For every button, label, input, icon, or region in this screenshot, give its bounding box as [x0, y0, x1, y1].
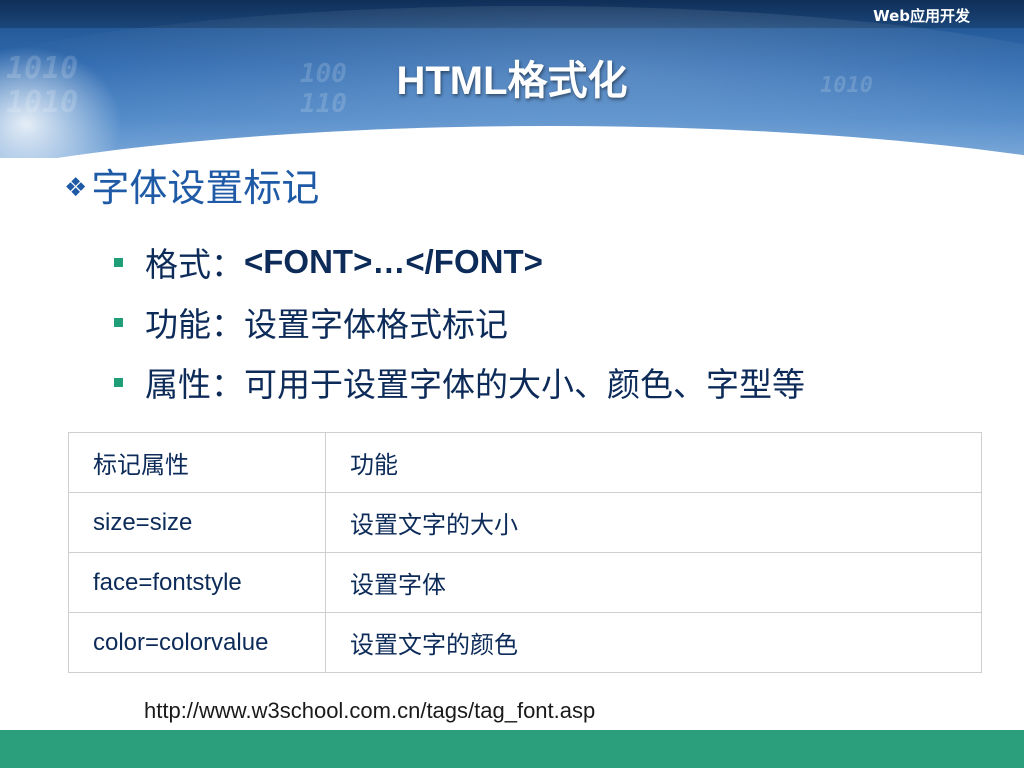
- section-heading-text: 字体设置标记: [91, 166, 320, 210]
- bullet-label: 格式：: [145, 245, 244, 284]
- diamond-bullet-icon: ❖: [64, 173, 88, 203]
- table-row: face=fontstyle 设置字体: [68, 552, 982, 613]
- bullet-value: <FONT>…</FONT>: [244, 243, 543, 280]
- table-cell: 设置文字的颜色: [325, 612, 982, 673]
- attribute-table: 标记属性 功能 size=size 设置文字的大小 face=fontstyle…: [68, 432, 982, 673]
- bullet-value: 设置字体格式标记: [244, 305, 508, 344]
- bullet-list: 格式： <FONT>…</FONT> 功能： 设置字体格式标记 属性： 可用于设置字体…: [114, 232, 805, 412]
- bullet-label: 功能：: [145, 305, 244, 344]
- bullet-label: 属性：: [145, 365, 244, 404]
- table-cell: 设置字体: [325, 552, 982, 613]
- slide-title: HTML格式化: [396, 59, 628, 103]
- list-item: 格式： <FONT>…</FONT>: [114, 232, 805, 292]
- course-subject: Web应用开发: [873, 7, 970, 25]
- bullet-value: 可用于设置字体的大小、颜色、字型等: [244, 365, 805, 404]
- table-row: color=colorvalue 设置文字的颜色: [68, 612, 982, 673]
- table-header-row: 标记属性 功能: [68, 432, 982, 493]
- table-cell: size=size: [68, 492, 326, 553]
- list-item: 属性： 可用于设置字体的大小、颜色、字型等: [114, 352, 805, 412]
- square-bullet-icon: [114, 377, 123, 387]
- footer-bar: [0, 730, 1024, 768]
- table-cell: color=colorvalue: [68, 612, 326, 673]
- table-cell: face=fontstyle: [68, 552, 326, 613]
- square-bullet-icon: [114, 257, 123, 267]
- table-cell: 设置文字的大小: [325, 492, 982, 553]
- table-row: size=size 设置文字的大小: [68, 492, 982, 553]
- section-heading: ❖ 字体设置标记: [64, 163, 319, 213]
- column-header: 标记属性: [68, 432, 326, 493]
- column-header: 功能: [325, 432, 982, 493]
- list-item: 功能： 设置字体格式标记: [114, 292, 805, 352]
- reference-link[interactable]: http://www.w3school.com.cn/tags/tag_font…: [144, 698, 595, 724]
- square-bullet-icon: [114, 317, 123, 327]
